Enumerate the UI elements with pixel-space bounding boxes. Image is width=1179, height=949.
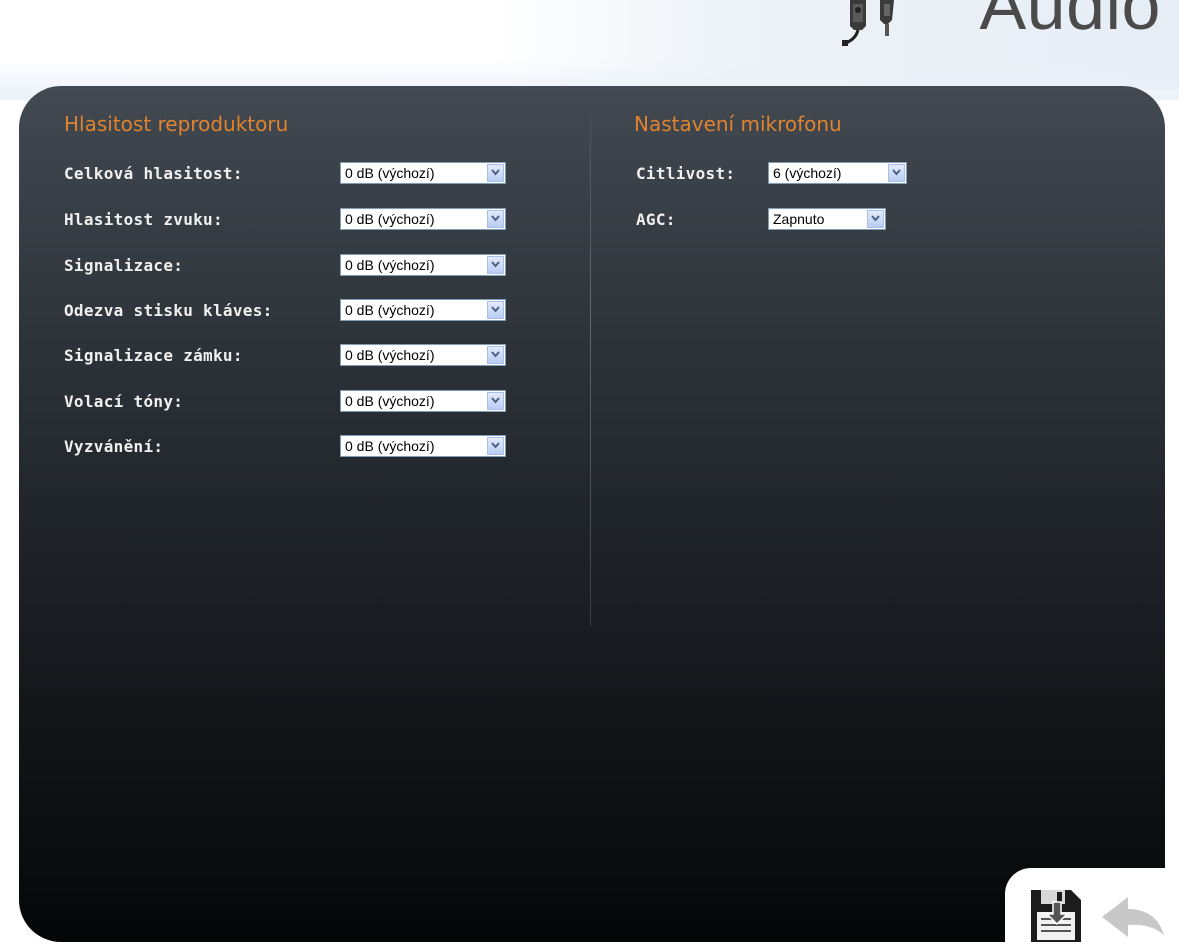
speaker-section-title: Hlasitost reproduktoru (64, 112, 289, 136)
label-call-tones: Volací tóny: (64, 392, 184, 411)
save-icon (1031, 890, 1081, 942)
label-total-volume: Celková hlasitost: (64, 164, 243, 183)
mic-section-title: Nastavení mikrofonu (634, 112, 842, 136)
total-volume-value: 0 dB (výchozí) (345, 165, 435, 181)
signaling-value: 0 dB (výchozí) (345, 257, 435, 273)
save-button[interactable] (1027, 888, 1083, 944)
label-sensitivity: Citlivost: (636, 164, 736, 183)
column-divider (590, 111, 591, 626)
agc-select[interactable]: Zapnuto (768, 208, 886, 230)
key-feedback-select[interactable]: 0 dB (výchozí) (340, 299, 506, 321)
back-button[interactable] (1098, 895, 1168, 940)
lock-signaling-select[interactable]: 0 dB (výchozí) (340, 344, 506, 366)
sound-volume-value: 0 dB (výchozí) (345, 211, 435, 227)
chevron-down-icon[interactable] (487, 346, 504, 364)
call-tones-value: 0 dB (výchozí) (345, 393, 435, 409)
key-feedback-value: 0 dB (výchozí) (345, 302, 435, 318)
sensitivity-value: 6 (výchozí) (773, 165, 842, 181)
label-key-feedback: Odezva stisku kláves: (64, 301, 273, 320)
signaling-select[interactable]: 0 dB (výchozí) (340, 254, 506, 276)
microphone-icon (880, 0, 894, 36)
chevron-down-icon[interactable] (487, 392, 504, 410)
agc-value: Zapnuto (773, 211, 825, 227)
label-sound-volume: Hlasitost zvuku: (64, 210, 223, 229)
page-title: Audio (979, 0, 1161, 44)
chevron-down-icon[interactable] (487, 210, 504, 228)
sensitivity-select[interactable]: 6 (výchozí) (768, 162, 907, 184)
settings-panel: Hlasitost reproduktoru Celková hlasitost… (19, 86, 1165, 942)
audio-title-icons (842, 0, 942, 48)
chevron-down-icon[interactable] (487, 437, 504, 455)
lock-signaling-value: 0 dB (výchozí) (345, 347, 435, 363)
ringing-select[interactable]: 0 dB (výchozí) (340, 435, 506, 457)
chevron-down-icon[interactable] (487, 164, 504, 182)
call-tones-select[interactable]: 0 dB (výchozí) (340, 390, 506, 412)
label-agc: AGC: (636, 210, 676, 229)
chevron-down-icon[interactable] (888, 164, 905, 182)
sound-volume-select[interactable]: 0 dB (výchozí) (340, 208, 506, 230)
speaker-icon (842, 0, 866, 46)
label-lock-signaling: Signalizace zámku: (64, 346, 243, 365)
chevron-down-icon[interactable] (487, 256, 504, 274)
total-volume-select[interactable]: 0 dB (výchozí) (340, 162, 506, 184)
label-signaling: Signalizace: (64, 256, 184, 275)
label-ringing: Vyzvánění: (64, 437, 164, 456)
chevron-down-icon[interactable] (867, 210, 884, 228)
back-arrow-icon (1102, 897, 1164, 937)
chevron-down-icon[interactable] (487, 301, 504, 319)
ringing-value: 0 dB (výchozí) (345, 438, 435, 454)
